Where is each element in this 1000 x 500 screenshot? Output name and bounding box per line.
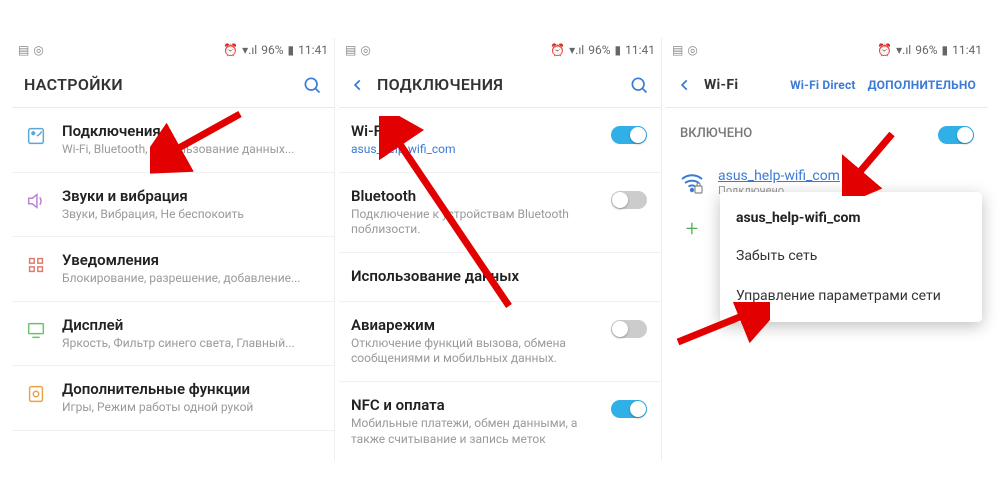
row-sub: Яркость, Фильтр синего света, Главный... <box>62 336 320 352</box>
row-title: Wi-Fi <box>351 122 597 140</box>
wifi-screen: ▤◎ ⏰▾.ıl96%▮11:41 Wi-Fi Wi-Fi Direct ДОП… <box>666 38 988 461</box>
row-title: Звуки и вибрация <box>62 187 320 205</box>
notifications-icon <box>24 253 48 277</box>
row-sub: Звуки, Вибрация, Не беспокоить <box>62 207 320 223</box>
row-sub: Блокирование, разрешение, добавление... <box>62 271 320 287</box>
wifi-master-toggle[interactable] <box>938 126 974 144</box>
header: НАСТРОЙКИ <box>12 62 334 108</box>
row-title: Авиарежим <box>351 316 597 334</box>
row-display[interactable]: Дисплей Яркость, Фильтр синего света, Гл… <box>12 302 334 367</box>
network-name: asus_help-wifi_com <box>718 168 840 184</box>
settings-screen: ▤ ◎ ⏰ ▾.ıl 96% ▮ 11:41 НАСТРОЙКИ Подключ… <box>12 38 335 461</box>
row-title: Использование данных <box>351 267 647 285</box>
bluetooth-toggle[interactable] <box>611 191 647 209</box>
search-icon[interactable] <box>302 75 322 95</box>
row-sub: Мобильные платежи, обмен данными, а такж… <box>351 416 597 447</box>
row-data-usage[interactable]: Использование данных <box>339 253 661 302</box>
row-notifications[interactable]: Уведомления Блокирование, разрешение, до… <box>12 237 334 302</box>
airplane-toggle[interactable] <box>611 320 647 338</box>
more-link[interactable]: ДОПОЛНИТЕЛЬНО <box>868 78 976 92</box>
plus-icon: + <box>680 217 704 241</box>
wifi-enabled-row: ВКЛЮЧЕНО <box>666 108 988 158</box>
row-title: NFC и оплата <box>351 396 597 414</box>
connections-icon <box>24 124 48 148</box>
wifi-toggle[interactable] <box>611 126 647 144</box>
row-title: Bluetooth <box>351 187 597 205</box>
enabled-label: ВКЛЮЧЕНО <box>680 126 752 141</box>
header: Wi-Fi Wi-Fi Direct ДОПОЛНИТЕЛЬНО <box>666 62 988 108</box>
status-bar: ▤◎ ⏰▾.ıl96%▮11:41 <box>666 38 988 62</box>
row-sub: Подключение к устройствам Bluetooth побл… <box>351 207 597 238</box>
wifi-signal-icon: ▾.ıl <box>242 43 257 57</box>
battery-text: 96% <box>261 43 283 57</box>
row-sub: Игры, Режим работы одной рукой <box>62 400 320 416</box>
row-nfc[interactable]: NFC и оплата Мобильные платежи, обмен да… <box>339 382 661 461</box>
row-airplane[interactable]: Авиарежим Отключение функций вызова, обм… <box>339 302 661 382</box>
connections-screen: ▤◎ ⏰▾.ıl96%▮11:41 ПОДКЛЮЧЕНИЯ Wi-Fi asus… <box>339 38 662 461</box>
network-context-menu: asus_help-wifi_com Забыть сеть Управлени… <box>720 192 982 322</box>
instagram-icon: ◎ <box>33 43 43 57</box>
popup-title: asus_help-wifi_com <box>720 198 982 236</box>
clock-text: 11:41 <box>298 43 328 57</box>
back-icon[interactable] <box>678 78 692 92</box>
popup-manage[interactable]: Управление параметрами сети <box>720 276 982 316</box>
row-title: Подключения <box>62 122 320 140</box>
wifi-icon <box>680 171 704 195</box>
nfc-toggle[interactable] <box>611 400 647 418</box>
status-bar: ▤◎ ⏰▾.ıl96%▮11:41 <box>339 38 661 62</box>
status-bar: ▤ ◎ ⏰ ▾.ıl 96% ▮ 11:41 <box>12 38 334 62</box>
popup-forget[interactable]: Забыть сеть <box>720 236 982 276</box>
row-advanced[interactable]: Дополнительные функции Игры, Режим работ… <box>12 366 334 431</box>
page-title: Wi-Fi <box>704 77 738 93</box>
row-title: Дисплей <box>62 316 320 334</box>
sound-icon <box>24 189 48 213</box>
back-icon[interactable] <box>351 78 365 92</box>
search-icon[interactable] <box>629 75 649 95</box>
row-connections[interactable]: Подключения Wi-Fi, Bluetooth, Использова… <box>12 108 334 173</box>
row-sub: Wi-Fi, Bluetooth, Использование данных..… <box>62 142 320 158</box>
row-sub: asus_help-wifi_com <box>351 142 597 158</box>
page-title: ПОДКЛЮЧЕНИЯ <box>377 75 617 94</box>
row-title: Уведомления <box>62 251 320 269</box>
alarm-icon: ⏰ <box>223 43 238 57</box>
display-icon <box>24 318 48 342</box>
advanced-icon <box>24 382 48 406</box>
row-sounds[interactable]: Звуки и вибрация Звуки, Вибрация, Не бес… <box>12 173 334 238</box>
page-title: НАСТРОЙКИ <box>24 75 290 94</box>
row-title: Дополнительные функции <box>62 380 320 398</box>
row-bluetooth[interactable]: Bluetooth Подключение к устройствам Blue… <box>339 173 661 253</box>
gallery-icon: ▤ <box>18 43 29 57</box>
row-sub: Отключение функций вызова, обмена сообще… <box>351 336 597 367</box>
header: ПОДКЛЮЧЕНИЯ <box>339 62 661 108</box>
wifi-direct-link[interactable]: Wi-Fi Direct <box>790 78 856 92</box>
row-wifi[interactable]: Wi-Fi asus_help-wifi_com <box>339 108 661 173</box>
